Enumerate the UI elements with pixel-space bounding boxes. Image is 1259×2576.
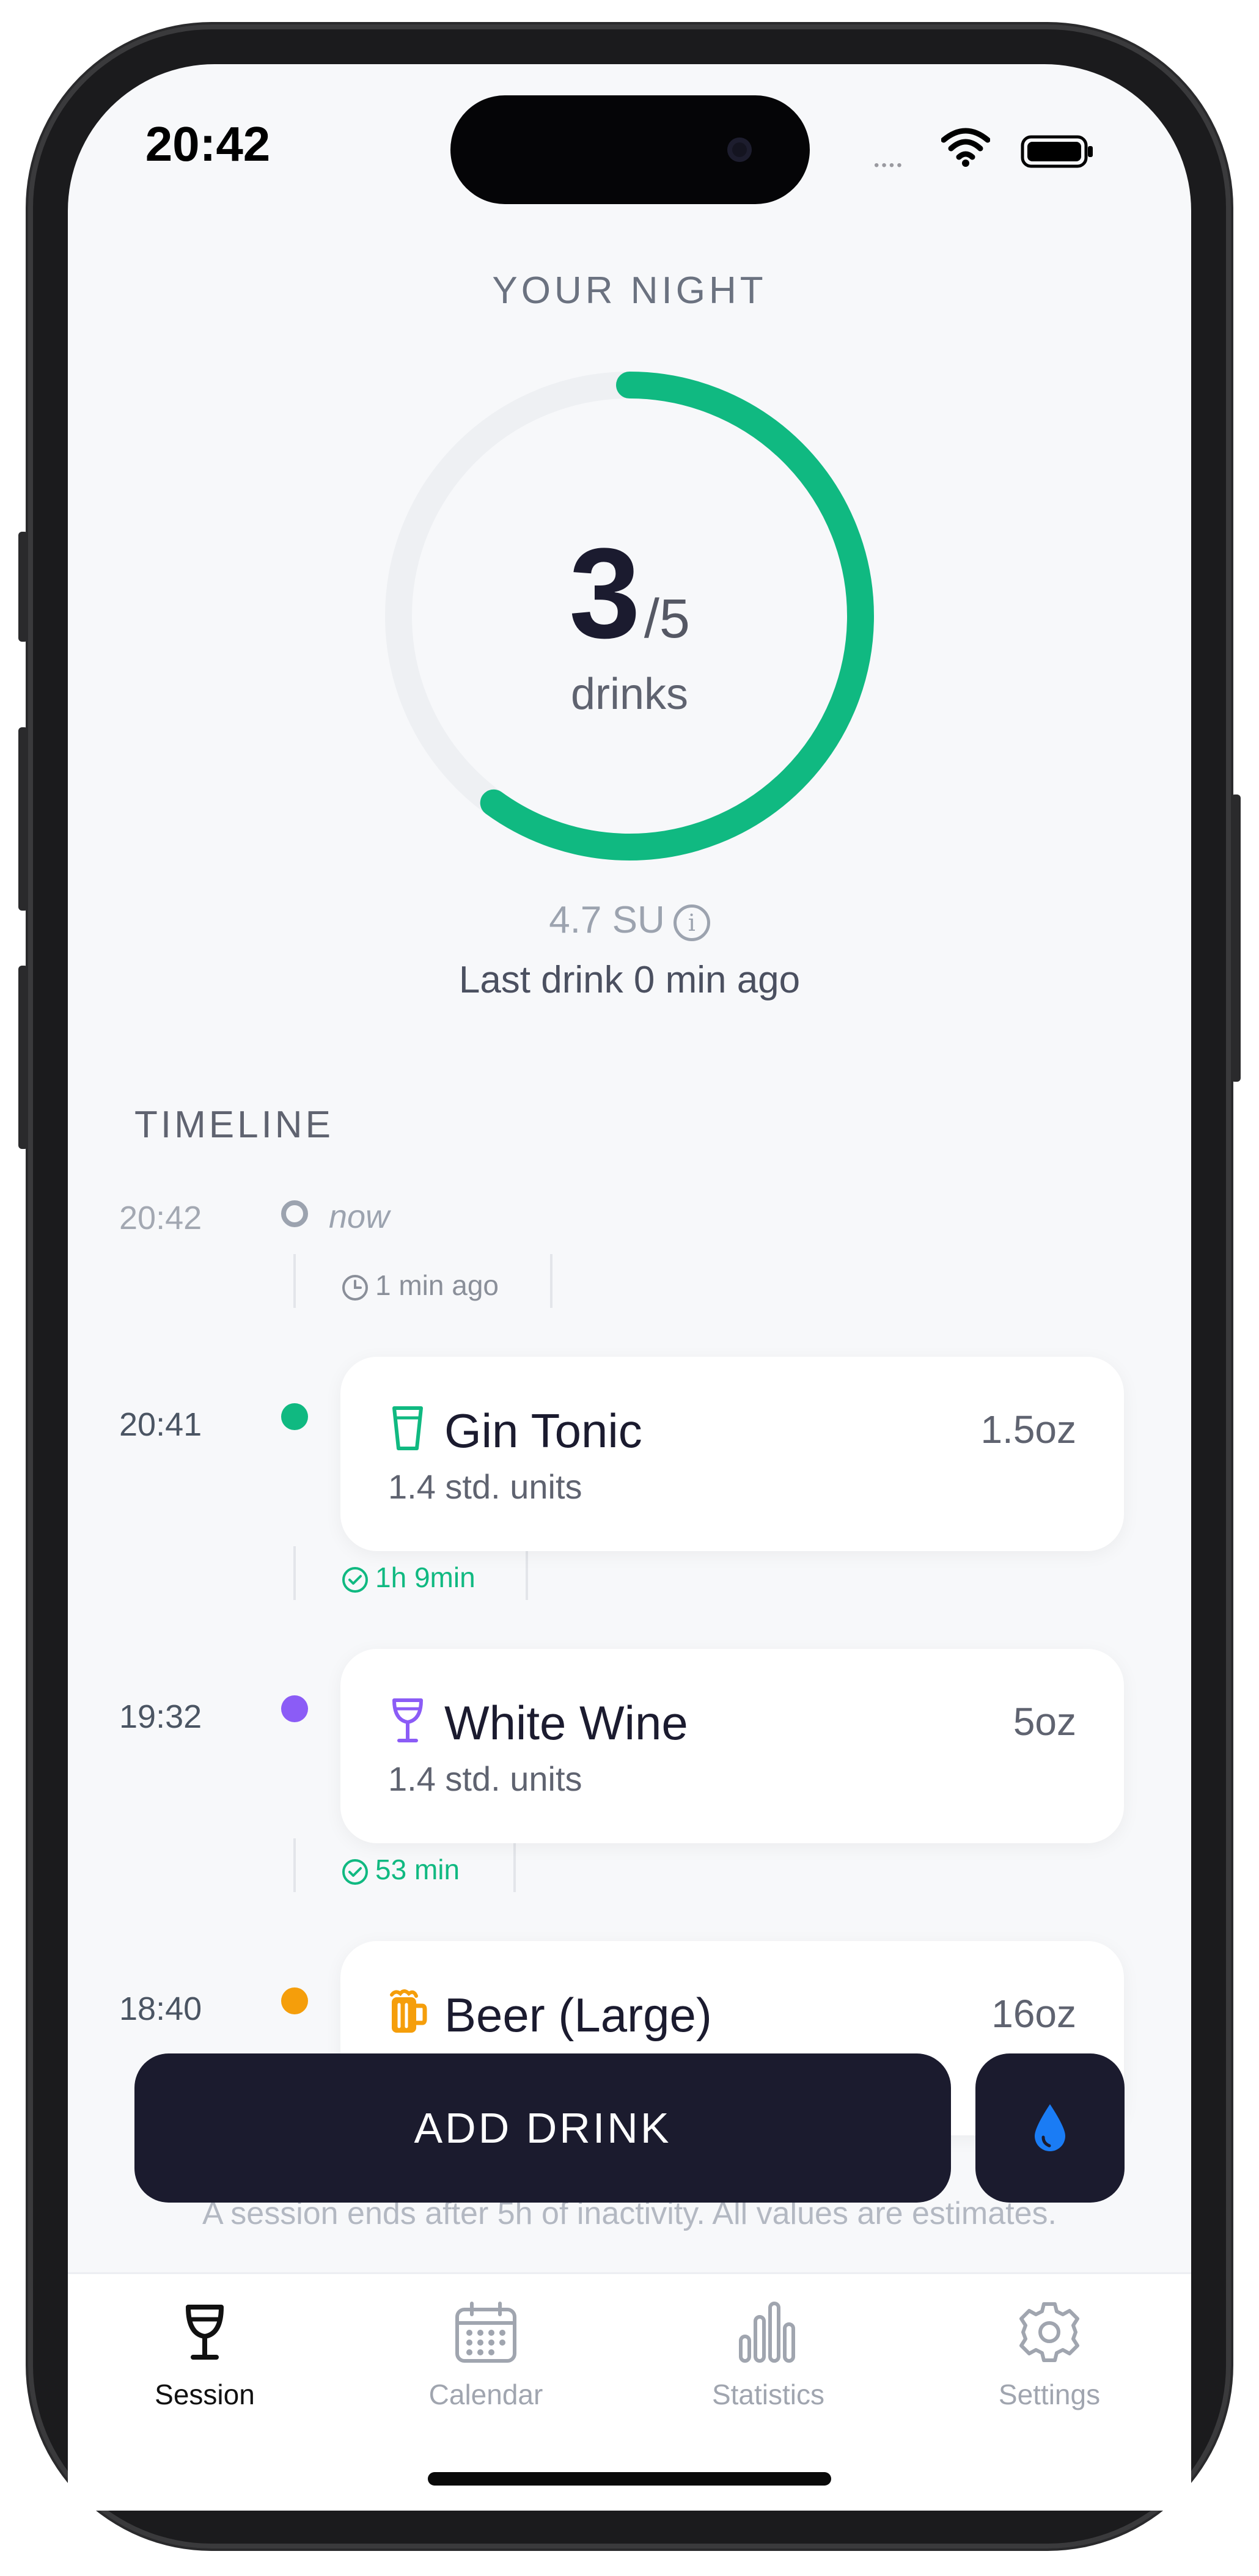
glass-icon xyxy=(392,1406,423,1450)
timeline-now-time: 20:42 xyxy=(119,1200,202,1236)
timeline-gap: 53 min xyxy=(293,1838,526,1893)
tab-label: Calendar xyxy=(428,2379,543,2410)
beer-mug-icon xyxy=(390,1989,427,2033)
bar-chart-icon xyxy=(739,2302,795,2363)
gear-icon xyxy=(1019,2302,1079,2362)
tab-statistics[interactable]: Statistics xyxy=(677,2299,860,2411)
water-drop-icon xyxy=(1035,2104,1065,2151)
add-drink-button[interactable]: ADD DRINK xyxy=(134,2053,951,2203)
wine-glass-icon xyxy=(186,2305,224,2360)
check-circle-icon xyxy=(342,1859,368,1885)
drink-amount: 1.5oz xyxy=(980,1407,1076,1451)
gap-label: 1h 9min xyxy=(375,1561,475,1593)
tab-settings[interactable]: Settings xyxy=(958,2299,1141,2411)
drink-units: 1.4 std. units xyxy=(388,1467,582,1506)
dynamic-island xyxy=(450,95,810,204)
drink-counter: 3/5 xyxy=(0,519,1259,667)
drink-units: 1.4 std. units xyxy=(388,1760,582,1798)
drink-card-white-wine[interactable]: White Wine 5oz 1.4 std. units xyxy=(340,1649,1124,1843)
last-drink-text: Last drink 0 min ago xyxy=(458,959,801,1001)
timeline-now-label: now xyxy=(329,1198,390,1235)
timeline-dot xyxy=(281,1403,308,1430)
gap-label: 53 min xyxy=(375,1854,460,1885)
calendar-icon xyxy=(455,2302,516,2363)
timeline-heading: TIMELINE xyxy=(134,1104,334,1146)
timeline-gap: 1 min ago xyxy=(293,1254,562,1309)
page-title: YOUR NIGHT xyxy=(492,270,767,312)
standard-units-value: 4.7 SU xyxy=(549,899,665,941)
wifi-icon xyxy=(941,128,990,167)
status-time: 20:42 xyxy=(145,117,271,171)
drink-limit: /5 xyxy=(644,589,690,650)
drink-amount: 16oz xyxy=(991,1992,1076,2036)
signal-icon: •••• xyxy=(874,157,905,174)
wine-glass-icon xyxy=(392,1698,423,1742)
tab-session[interactable]: Session xyxy=(113,2299,296,2411)
standard-units-summary: 4.7 SU i xyxy=(0,898,1259,942)
volume-up-button xyxy=(18,727,28,911)
drink-card-gin-tonic[interactable]: Gin Tonic 1.5oz 1.4 std. units xyxy=(340,1357,1124,1551)
timeline-dot xyxy=(281,1695,308,1722)
timeline-now-marker xyxy=(281,1200,308,1227)
clock-icon xyxy=(342,1274,368,1301)
entry-time: 19:32 xyxy=(119,1698,202,1735)
timeline-dot xyxy=(281,1987,308,2014)
entry-time: 18:40 xyxy=(119,1991,202,2027)
drink-name: Gin Tonic xyxy=(444,1404,642,1458)
status-indicators: •••• xyxy=(874,125,1106,174)
entry-time: 20:41 xyxy=(119,1406,202,1443)
gap-label: 1 min ago xyxy=(375,1269,499,1301)
home-indicator[interactable] xyxy=(428,2472,831,2486)
timeline-gap: 1h 9min xyxy=(293,1546,538,1601)
drink-count: 3 xyxy=(569,521,641,665)
tab-label: Session xyxy=(155,2379,255,2410)
water-button[interactable] xyxy=(975,2053,1125,2203)
check-circle-icon xyxy=(342,1566,368,1593)
battery-icon xyxy=(1021,135,1093,168)
tab-label: Statistics xyxy=(711,2379,825,2410)
drink-unit-label: drinks xyxy=(570,670,689,719)
info-icon[interactable]: i xyxy=(673,904,710,941)
drink-name: Beer (Large) xyxy=(444,1988,712,2042)
drink-name: White Wine xyxy=(444,1696,688,1750)
camera-icon xyxy=(727,138,752,162)
tab-label: Settings xyxy=(998,2379,1101,2410)
tab-calendar[interactable]: Calendar xyxy=(394,2299,578,2411)
drink-amount: 5oz xyxy=(1013,1700,1076,1744)
